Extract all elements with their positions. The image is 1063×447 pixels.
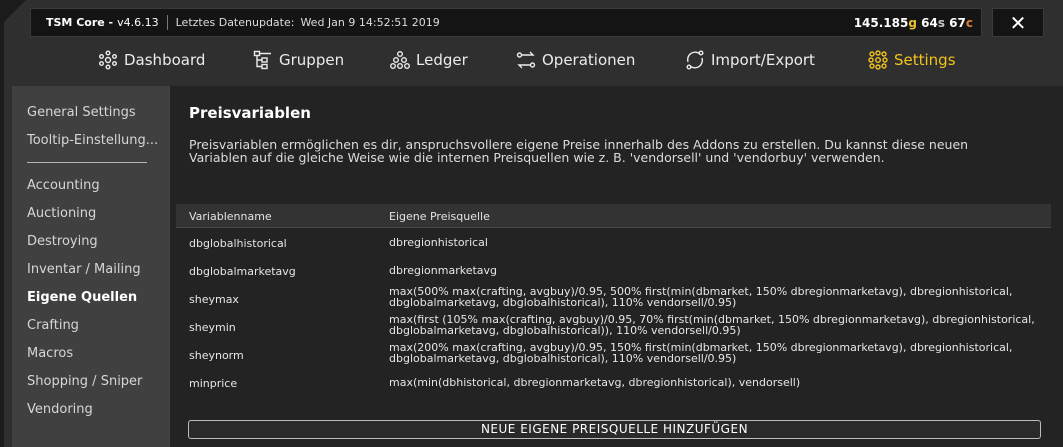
- dashboard-icon: [99, 50, 117, 70]
- ledger-icon: [390, 51, 410, 69]
- gold-unit: g: [908, 15, 917, 30]
- groups-icon: [253, 50, 271, 70]
- nav-settings[interactable]: Settings: [868, 50, 956, 70]
- sidebar-item-macros[interactable]: Macros: [27, 346, 73, 361]
- nav-import-export[interactable]: Import/Export: [685, 50, 815, 70]
- settings-icon: [868, 50, 888, 70]
- price-source: max(200% max(crafting, avgbuy)/0.95, 150…: [389, 341, 1013, 365]
- table-row[interactable]: sheymax max(500% max(crafting, avgbuy)/0…: [176, 284, 1051, 312]
- main-nav: Dashboard Gruppen Ledger Operationen Imp…: [60, 44, 1000, 76]
- title-bar[interactable]: TSM Core - v4.6.13 Letztes Datenupdate: …: [30, 8, 982, 37]
- sidebar-item-vendoring[interactable]: Vendoring: [27, 402, 93, 417]
- sidebar-item-destroying[interactable]: Destroying: [27, 234, 98, 249]
- variable-name: sheymax: [189, 293, 239, 306]
- price-source: max(min(dbhistorical, dbregionmarketavg,…: [389, 376, 801, 389]
- column-header-variable-name[interactable]: Variablenname: [189, 210, 272, 223]
- variable-name: sheynorm: [189, 349, 244, 362]
- table-row[interactable]: dbglobalhistorical dbregionhistorical: [176, 228, 1051, 256]
- close-button[interactable]: ✕: [992, 8, 1044, 37]
- close-icon: ✕: [1009, 10, 1027, 35]
- column-header-price-source[interactable]: Eigene Preisquelle: [389, 210, 490, 223]
- price-source: max(first (105% max(crafting, avgbuy)/0.…: [389, 313, 1035, 337]
- nav-label: Ledger: [416, 51, 468, 69]
- table-row[interactable]: sheymin max(first (105% max(crafting, av…: [176, 312, 1051, 340]
- price-source: dbregionhistorical: [389, 236, 488, 249]
- gold-amount: 145.185: [853, 15, 909, 30]
- nav-label: Import/Export: [711, 51, 815, 69]
- nav-label: Operationen: [542, 51, 636, 69]
- table-header: Variablenname Eigene Preisquelle: [176, 204, 1051, 228]
- import-export-icon: [686, 50, 704, 70]
- settings-sidebar: General Settings Tooltip-Einstellung... …: [12, 86, 170, 447]
- page-description: Preisvariablen ermöglichen es dir, anspr…: [189, 137, 969, 165]
- sidebar-item-crafting[interactable]: Crafting: [27, 318, 79, 333]
- silver-amount: 64: [921, 15, 938, 30]
- gold-display: 145.185g 64s 67c: [854, 16, 973, 30]
- sidebar-item-eigene-quellen[interactable]: Eigene Quellen: [27, 290, 137, 305]
- sidebar-item-auctioning[interactable]: Auctioning: [27, 206, 96, 221]
- app-version: v4.6.13: [117, 16, 159, 29]
- add-price-source-button[interactable]: NEUE EIGENE PREISQUELLE HINZUFÜGEN: [188, 420, 1041, 439]
- sidebar-item-accounting[interactable]: Accounting: [27, 178, 100, 193]
- copper-unit: c: [965, 15, 973, 30]
- nav-label: Settings: [894, 51, 956, 69]
- nav-label: Dashboard: [124, 51, 206, 69]
- sidebar-item-general-settings[interactable]: General Settings: [27, 105, 136, 120]
- page-title: Preisvariablen: [189, 104, 311, 122]
- silver-unit: s: [937, 15, 945, 30]
- table-row[interactable]: sheynorm max(200% max(crafting, avgbuy)/…: [176, 340, 1051, 368]
- title-divider: [166, 15, 168, 30]
- nav-dashboard[interactable]: Dashboard: [98, 50, 205, 70]
- nav-label: Gruppen: [279, 51, 345, 69]
- sidebar-item-shopping-sniper[interactable]: Shopping / Sniper: [27, 374, 142, 389]
- variable-name: minprice: [189, 377, 238, 390]
- nav-operationen[interactable]: Operationen: [516, 50, 635, 70]
- operations-icon: [516, 51, 536, 69]
- sidebar-item-inventar-mailing[interactable]: Inventar / Mailing: [27, 262, 141, 277]
- nav-ledger[interactable]: Ledger: [390, 50, 468, 70]
- sidebar-item-tooltip-settings[interactable]: Tooltip-Einstellung...: [27, 133, 158, 148]
- content-panel: Preisvariablen Preisvariablen ermögliche…: [170, 86, 1063, 447]
- variable-name: dbglobalmarketavg: [189, 265, 296, 278]
- update-date: Wed Jan 9 14:52:51 2019: [300, 16, 440, 29]
- table-row[interactable]: minprice max(min(dbhistorical, dbregionm…: [176, 368, 1051, 396]
- copper-amount: 67: [949, 15, 966, 30]
- variable-name: sheymin: [189, 321, 236, 334]
- table-row[interactable]: dbglobalmarketavg dbregionmarketavg: [176, 256, 1051, 284]
- price-source: max(500% max(crafting, avgbuy)/0.95, 500…: [389, 285, 1013, 309]
- sidebar-divider: [27, 162, 147, 163]
- variable-name: dbglobalhistorical: [189, 237, 287, 250]
- nav-gruppen[interactable]: Gruppen: [253, 50, 344, 70]
- price-source: dbregionmarketavg: [389, 264, 498, 277]
- app-name: TSM Core -: [46, 16, 114, 29]
- update-label: Letztes Datenupdate:: [175, 16, 295, 29]
- addon-window: TSM Core - v4.6.13 Letztes Datenupdate: …: [0, 0, 1063, 447]
